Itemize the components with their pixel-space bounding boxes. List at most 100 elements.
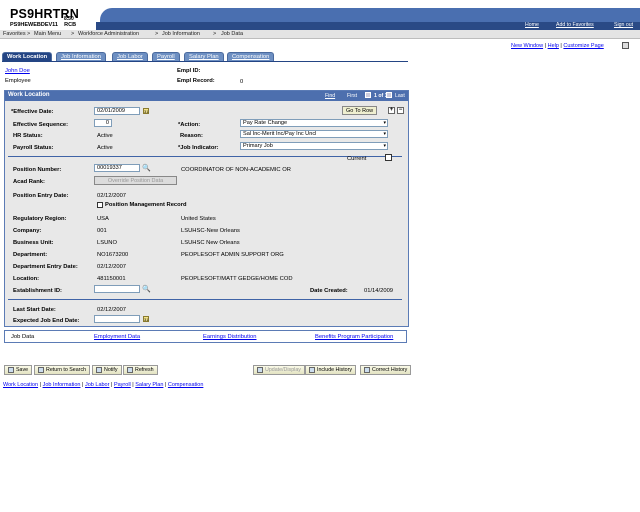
- business-unit-label: Business Unit:: [13, 240, 54, 246]
- position-number-label: Position Number:: [13, 167, 62, 173]
- next-icon[interactable]: [386, 92, 392, 98]
- search-icon[interactable]: 🔍: [142, 285, 151, 293]
- notify-button[interactable]: Notify: [92, 365, 122, 375]
- home-link[interactable]: Home: [525, 22, 539, 28]
- business-unit-value: LSUNO: [97, 240, 117, 246]
- hr-status-label: HR Status:: [13, 133, 43, 139]
- footer-work-location[interactable]: Work Location: [3, 382, 38, 388]
- benefits-program-link[interactable]: Benefits Program Participation: [315, 334, 393, 340]
- position-entry-label: Position Entry Date:: [13, 193, 69, 199]
- employee-name[interactable]: John Doe: [5, 68, 30, 74]
- save-button[interactable]: Save: [4, 365, 33, 375]
- tab-payroll[interactable]: Payroll: [152, 52, 180, 61]
- dept-entry-label: Department Entry Date:: [13, 264, 78, 270]
- expected-end-label: Expected Job End Date:: [13, 318, 80, 324]
- add-row-icon[interactable]: +: [388, 107, 395, 114]
- department-value: NO1673200: [97, 252, 129, 258]
- search-icon[interactable]: 🔍: [142, 164, 151, 172]
- empl-id-label: Empl ID:: [177, 68, 201, 74]
- tab-job-labor[interactable]: Job Labor: [112, 52, 148, 61]
- page-icon[interactable]: [622, 42, 629, 49]
- dept-entry-value: 02/12/2007: [97, 264, 127, 270]
- acad-rank-label: Acad Rank:: [13, 179, 45, 185]
- help-link[interactable]: Help: [548, 43, 559, 49]
- earnings-distribution-link[interactable]: Earnings Distribution: [203, 334, 257, 340]
- first-link[interactable]: First: [347, 93, 357, 99]
- reason-label: Reason:: [180, 133, 203, 139]
- regulatory-region-value: USA: [97, 216, 109, 222]
- add-favorites-link[interactable]: Add to Favorites: [556, 22, 594, 28]
- effective-sequence-input[interactable]: 0: [94, 119, 112, 127]
- refresh-icon: [127, 367, 133, 373]
- tab-job-information[interactable]: Job Information: [56, 52, 106, 61]
- regulatory-region-label: Regulatory Region:: [13, 216, 67, 222]
- calendar-icon[interactable]: 31: [143, 316, 149, 322]
- chevron-down-icon: ▾: [383, 143, 386, 149]
- footer-compensation[interactable]: Compensation: [168, 382, 203, 388]
- correct-history-button[interactable]: Correct History: [360, 365, 412, 375]
- current-checkbox[interactable]: [385, 154, 392, 161]
- sign-out-link[interactable]: Sign out: [614, 22, 633, 28]
- pos-mgmt-checkbox[interactable]: [97, 202, 103, 208]
- divider: [8, 156, 402, 157]
- new-window-link[interactable]: New Window: [511, 43, 543, 49]
- notify-icon: [96, 367, 102, 373]
- job-data-label: Job Data: [11, 334, 35, 340]
- footer-job-information[interactable]: Job Information: [43, 382, 81, 388]
- job-data-links-bar: Job Data Employment Data Earnings Distri…: [4, 330, 407, 343]
- divider: [8, 299, 402, 300]
- history-icon: [309, 367, 315, 373]
- return-icon: [38, 367, 44, 373]
- include-history-button[interactable]: Include History: [305, 365, 357, 375]
- company-desc: LSUHSC-New Orleans: [181, 228, 240, 234]
- last-start-label: Last Start Date:: [13, 307, 56, 313]
- expected-end-input[interactable]: [94, 315, 140, 323]
- footer-links: Work Location | Job Information | Job La…: [3, 382, 204, 388]
- delete-row-icon[interactable]: −: [397, 107, 404, 114]
- calendar-icon[interactable]: 31: [143, 108, 149, 114]
- position-entry-value: 02/12/2007: [97, 193, 127, 199]
- tab-salary-plan[interactable]: Salary Plan: [184, 52, 224, 61]
- empl-record-value: 0: [240, 79, 244, 85]
- return-to-search-button[interactable]: Return to Search: [34, 365, 91, 375]
- menu-favorites[interactable]: Favorites: [3, 31, 26, 37]
- location-value: 481150001: [97, 276, 126, 282]
- chevron-down-icon: ▾: [383, 131, 386, 137]
- tab-compensation[interactable]: Compensation: [227, 52, 275, 61]
- footer-job-labor[interactable]: Job Labor: [85, 382, 109, 388]
- last-link[interactable]: Last: [395, 93, 405, 99]
- effective-date-input[interactable]: 02/01/2009: [94, 107, 140, 115]
- tab-work-location[interactable]: Work Location: [2, 52, 53, 61]
- go-to-row-button[interactable]: Go To Row: [342, 106, 378, 115]
- empl-record-label: Empl Record:: [177, 78, 215, 84]
- find-link[interactable]: Find: [325, 93, 335, 99]
- footer-salary-plan[interactable]: Salary Plan: [135, 382, 163, 388]
- menu-workforce[interactable]: Workforce Administration: [78, 31, 139, 37]
- customize-page-link[interactable]: Customize Page: [563, 43, 603, 49]
- prev-icon[interactable]: [365, 92, 371, 98]
- regulatory-region-desc: United States: [181, 216, 216, 222]
- reason-select[interactable]: Sal Inc-Merit Inc/Pay Inc Uncl ▾: [240, 130, 388, 138]
- date-created-label: Date Created:: [310, 288, 348, 294]
- department-desc: PEOPLESOFT ADMIN SUPPORT ORG: [181, 252, 284, 258]
- menu-main[interactable]: Main Menu: [34, 31, 61, 37]
- job-indicator-select[interactable]: Primary Job ▾: [240, 142, 388, 150]
- menu-job-information[interactable]: Job Information: [162, 31, 200, 37]
- menu-job-data[interactable]: Job Data: [221, 31, 243, 37]
- hr-status-value: Active: [97, 133, 113, 139]
- company-label: Company:: [13, 228, 42, 234]
- employee-type: Employee: [5, 78, 31, 84]
- position-number-input[interactable]: 00019337: [94, 164, 140, 172]
- save-icon: [8, 367, 14, 373]
- footer-payroll[interactable]: Payroll: [114, 382, 131, 388]
- business-unit-desc: LSUHSC New Orleans: [181, 240, 240, 246]
- establishment-id-input[interactable]: [94, 285, 140, 293]
- correct-icon: [364, 367, 370, 373]
- refresh-button[interactable]: Refresh: [123, 365, 158, 375]
- override-position-button[interactable]: Override Position Data: [94, 176, 177, 185]
- job-indicator-label: *Job Indicator:: [178, 145, 219, 151]
- tab-underline: [2, 61, 408, 62]
- employment-data-link[interactable]: Employment Data: [94, 334, 140, 340]
- update-display-button[interactable]: Update/Display: [253, 365, 305, 375]
- action-select[interactable]: Pay Rate Change ▾: [240, 119, 388, 127]
